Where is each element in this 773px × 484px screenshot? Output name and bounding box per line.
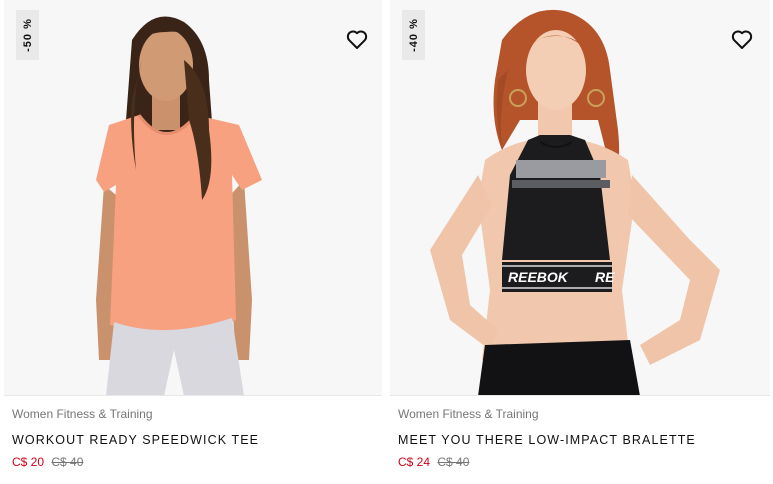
svg-text:RE: RE: [595, 269, 615, 285]
original-price: C$ 40: [437, 455, 470, 469]
model-photo-bralette: REEBOK RE: [390, 0, 770, 395]
product-name[interactable]: MEET YOU THERE LOW-IMPACT BRALETTE: [398, 433, 696, 447]
product-image[interactable]: -50 %: [4, 0, 382, 396]
product-grid: -50 % Women Fitness & Training WORKOUT R…: [0, 0, 773, 484]
product-category: Women Fitness & Training: [12, 407, 153, 421]
heart-outline-icon[interactable]: [730, 27, 754, 51]
original-price: C$ 40: [51, 455, 84, 469]
product-name[interactable]: WORKOUT READY SPEEDWICK TEE: [12, 433, 259, 447]
heart-outline-icon[interactable]: [345, 27, 369, 51]
product-category: Women Fitness & Training: [398, 407, 539, 421]
product-price: C$ 20 C$ 40: [12, 455, 83, 469]
sale-price: C$ 20: [12, 455, 45, 469]
product-image[interactable]: REEBOK RE -40 %: [390, 0, 770, 396]
sale-price: C$ 24: [398, 455, 431, 469]
bralette-print-text: REEBOK: [508, 269, 569, 285]
model-photo-tee: [4, 0, 382, 395]
product-card[interactable]: REEBOK RE -40 % Women Fitness & Training…: [386, 0, 773, 484]
discount-text: -40 %: [407, 18, 420, 52]
product-card[interactable]: -50 % Women Fitness & Training WORKOUT R…: [0, 0, 386, 484]
product-price: C$ 24 C$ 40: [398, 455, 469, 469]
discount-text: -50 %: [21, 18, 34, 52]
discount-badge: -40 %: [402, 10, 425, 60]
discount-badge: -50 %: [16, 10, 39, 60]
